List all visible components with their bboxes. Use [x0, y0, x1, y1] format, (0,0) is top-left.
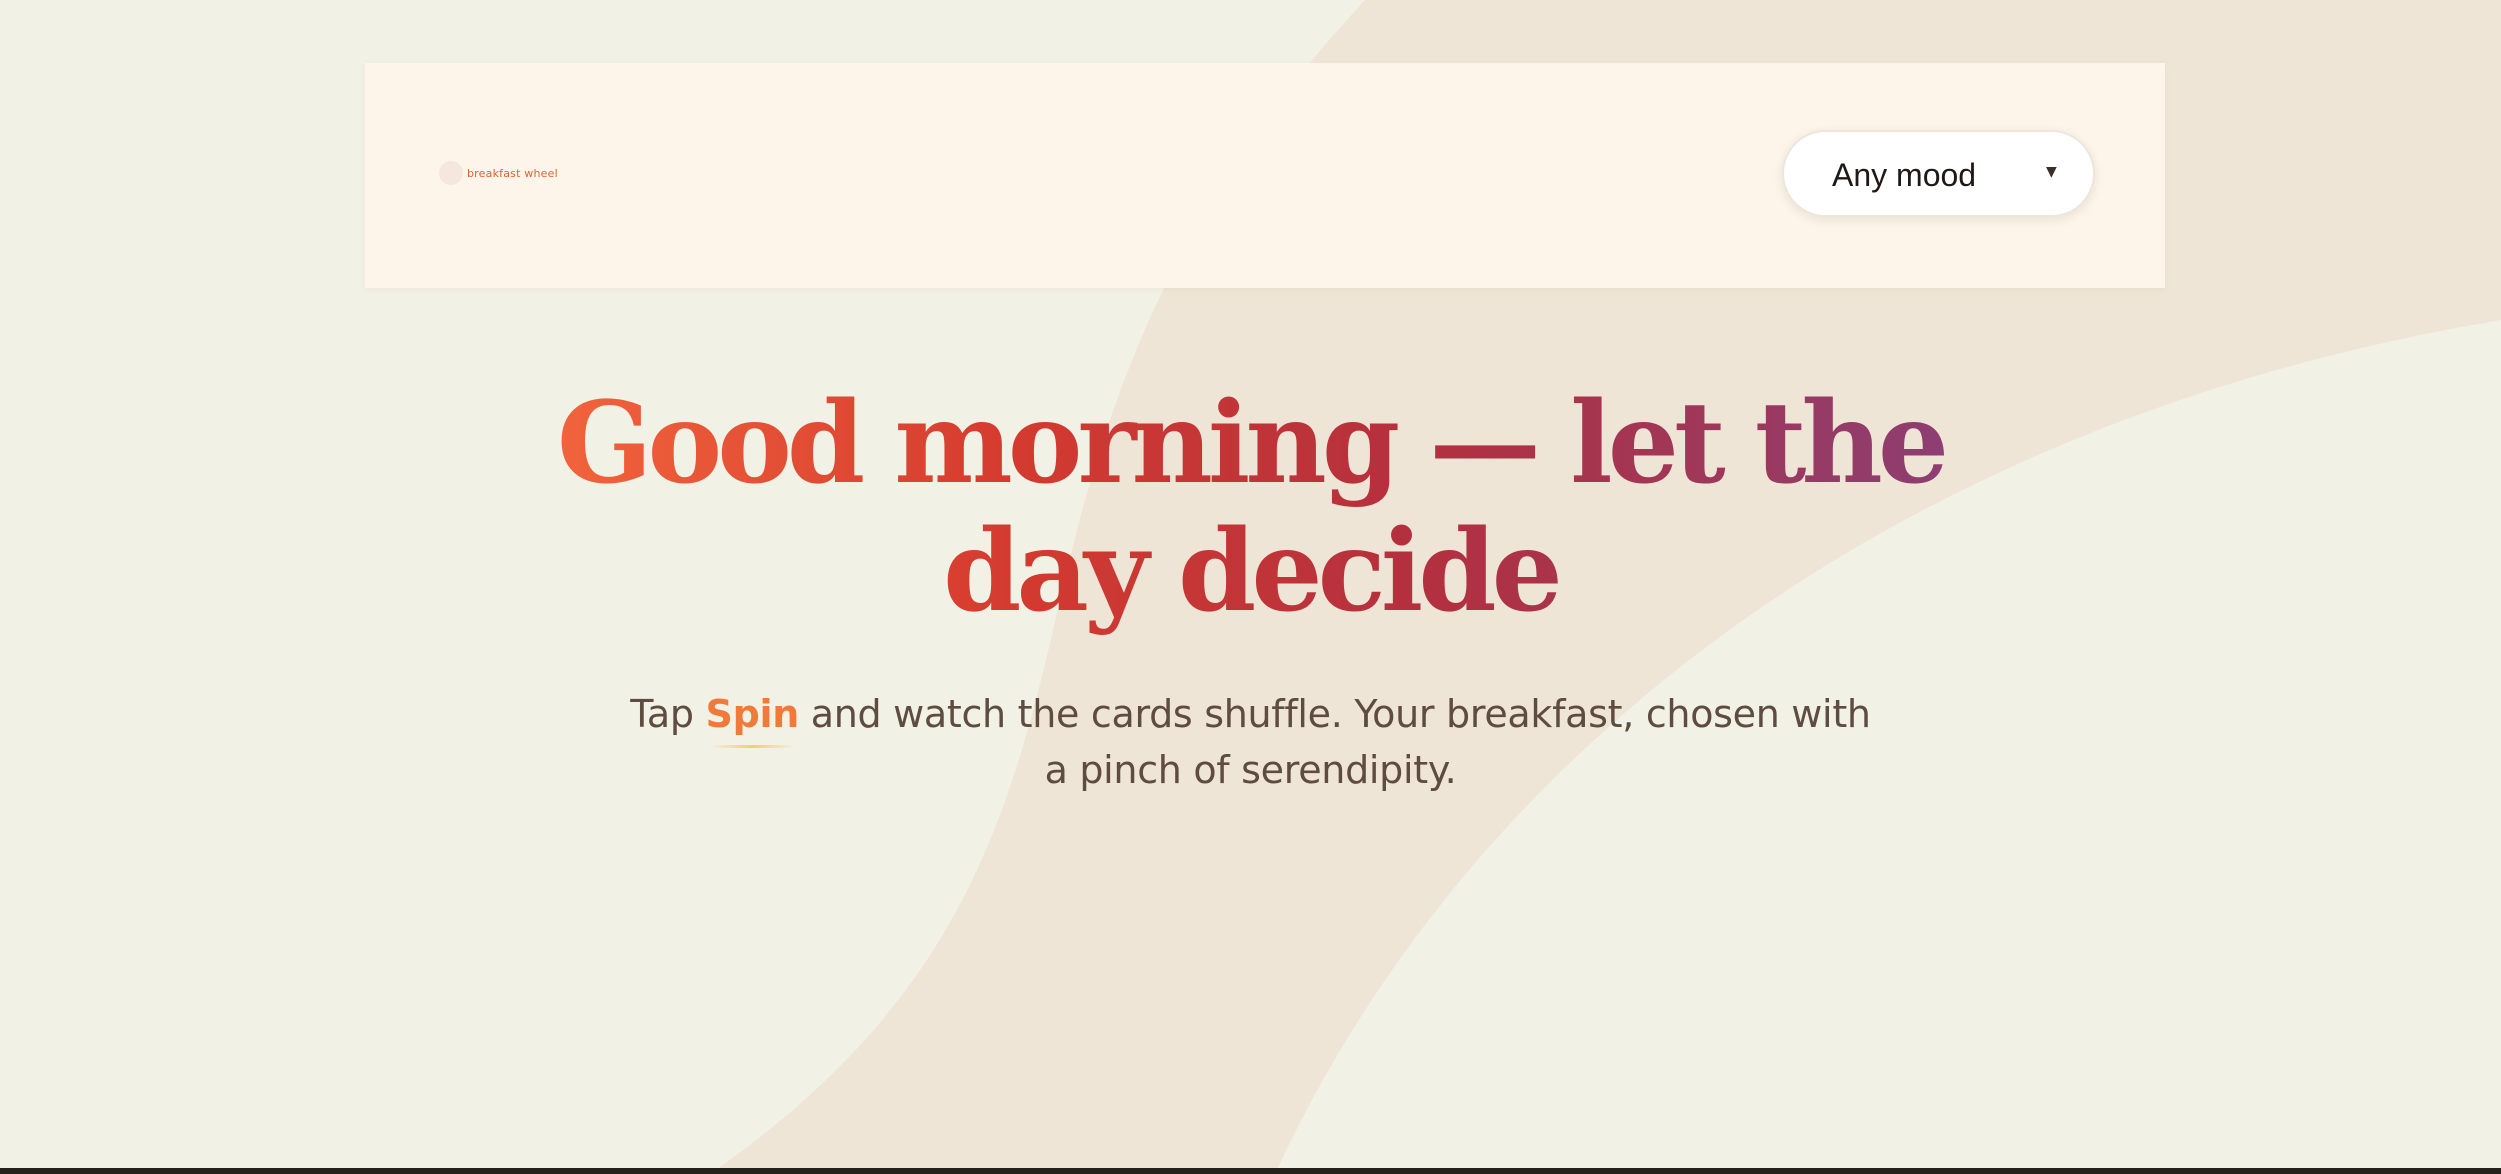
page-title: Good morning — let the day decide — [551, 380, 1951, 636]
spin-keyword: Spin — [705, 686, 800, 748]
brand-logo[interactable]: breakfast wheel — [439, 161, 558, 185]
hero-description-before: Tap — [630, 692, 706, 736]
brand-name: breakfast wheel — [467, 166, 558, 180]
spin-keyword-text: Spin — [705, 692, 800, 736]
brand-mark-icon — [439, 161, 463, 185]
bottom-edge-bar — [0, 1168, 2501, 1174]
hero-description-after: and watch the cards shuffle. Your breakf… — [798, 692, 1871, 792]
chevron-down-icon: ▼ — [2046, 164, 2057, 180]
mood-select-value: Any mood — [1832, 157, 1977, 193]
hero-section: Good morning — let the day decide Tap Sp… — [0, 380, 2501, 798]
mood-select[interactable]: Any mood ▼ — [1782, 130, 2095, 217]
spin-underline — [709, 745, 795, 748]
top-navigation-bar: breakfast wheel Any mood ▼ — [365, 63, 2165, 288]
hero-description: Tap Spin and watch the cards shuffle. Yo… — [626, 686, 1876, 798]
